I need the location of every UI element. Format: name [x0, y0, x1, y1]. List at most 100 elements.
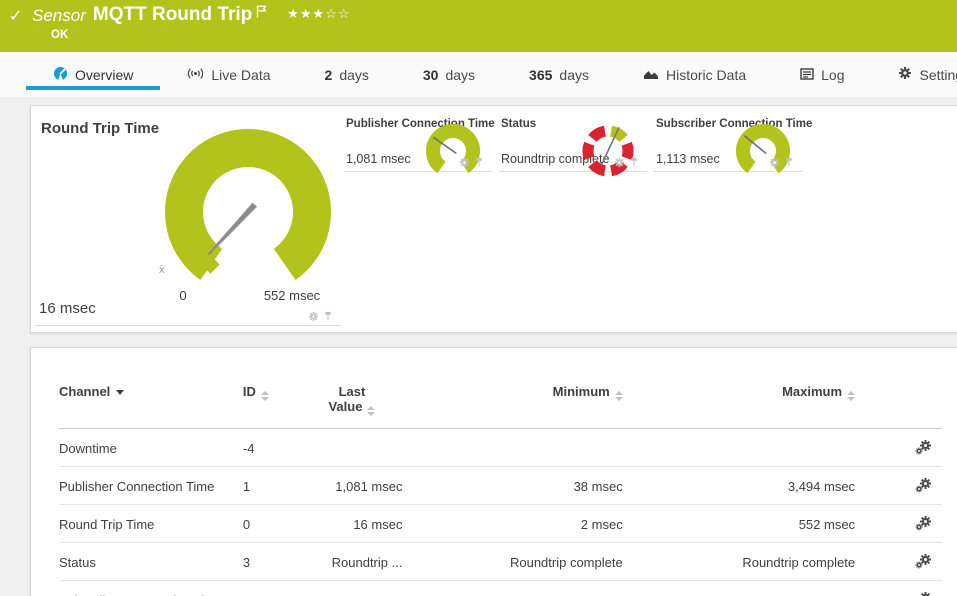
channel-name: Publisher Connection Time: [59, 466, 243, 505]
gauge-round-trip-time: Round Trip Time x̄ 0 552 msec 16 msec: [35, 110, 341, 326]
mean-marker: x̄: [159, 264, 165, 276]
status-ok-check-icon: ✓: [9, 8, 23, 25]
flag-icon[interactable]: [256, 5, 268, 23]
channel-name: Downtime: [59, 428, 243, 467]
tab-30-days[interactable]: 30 days: [396, 52, 502, 97]
tab-number: 2: [324, 66, 333, 83]
sort-desc-icon: [116, 390, 125, 395]
channel-maximum: 3,418 msec: [622, 580, 856, 596]
tab-label: Historic Data: [665, 66, 747, 83]
gear-icon[interactable]: [459, 157, 470, 168]
tab-live-data[interactable]: Live Data: [160, 52, 297, 97]
gauge-value: 1,081 msec: [346, 152, 411, 166]
gauge-subscriber-connection-time: Subscriber Connection Time 1,113 msec: [654, 110, 812, 174]
gear-icon: [898, 66, 912, 83]
overview-content: Round Trip Time x̄ 0 552 msec 16 msec Pu…: [0, 97, 957, 596]
sort-icon: [367, 406, 376, 416]
column-header-channel[interactable]: Channel: [59, 384, 243, 429]
pin-icon[interactable]: [323, 311, 333, 322]
gauge-title: Status: [501, 118, 537, 130]
tab-label: Log: [821, 66, 845, 83]
tab-number: 365: [529, 66, 553, 83]
tab-overview[interactable]: Overview: [26, 52, 161, 97]
channel-settings-icon[interactable]: [915, 515, 932, 530]
pin-icon[interactable]: [784, 157, 794, 168]
channel-maximum: [622, 428, 856, 467]
gauges-panel: Round Trip Time x̄ 0 552 msec 16 msec Pu…: [30, 105, 957, 333]
tab-label: Settings: [919, 66, 957, 83]
table-row: Publisher Connection Time 1 1,081 msec 3…: [59, 466, 942, 505]
channel-settings-icon[interactable]: [915, 553, 932, 568]
status-gauge: [582, 125, 634, 177]
gauge-min-label: 0: [179, 288, 187, 303]
gauge-value: 1,113 msec: [656, 152, 720, 166]
channels-table: Channel ID Last Value Minimum Maximum Dow…: [59, 384, 942, 596]
sensor-kind-label: Sensor: [32, 6, 86, 25]
channel-last-value: 16 msec: [301, 504, 403, 543]
channel-settings-icon[interactable]: [915, 439, 932, 454]
gauge-value: 16 msec: [39, 300, 96, 317]
channel-maximum: 3,494 msec: [622, 466, 856, 505]
tab-settings[interactable]: Settings: [871, 52, 957, 97]
tab-label: days: [559, 66, 589, 83]
channel-maximum: Roundtrip complete: [622, 542, 856, 581]
priority-stars[interactable]: ★★★☆☆: [287, 6, 350, 22]
channel-minimum: 40 msec: [402, 580, 623, 596]
column-header-id[interactable]: ID: [242, 384, 302, 429]
channel-settings-icon[interactable]: [915, 591, 932, 596]
channel-minimum: Roundtrip complete: [402, 542, 623, 581]
channel-settings-icon[interactable]: [915, 477, 932, 492]
publisher-gauge: [426, 124, 480, 174]
table-row: Round Trip Time 0 16 msec 2 msec 552 mse…: [59, 504, 942, 543]
channels-panel: Channel ID Last Value Minimum Maximum Dow…: [30, 347, 957, 596]
historic-data-icon: [643, 67, 659, 83]
tab-365-days[interactable]: 365 days: [502, 52, 616, 97]
tab-log[interactable]: Log: [773, 52, 871, 97]
channel-name: Round Trip Time: [59, 504, 243, 543]
gauge-status: Status Roundtrip complete: [499, 110, 647, 177]
gear-icon[interactable]: [308, 311, 319, 322]
live-data-icon: [187, 67, 204, 83]
table-header-row: Channel ID Last Value Minimum Maximum: [59, 384, 942, 429]
column-header-maximum[interactable]: Maximum: [622, 384, 856, 429]
tab-label: days: [445, 66, 476, 83]
column-header-minimum[interactable]: Minimum: [402, 384, 623, 429]
table-row: Subscriber Connection Time 2 1,113 msec …: [59, 580, 942, 596]
sensor-header: ✓ Sensor MQTT Round Trip ★★★☆☆ OK: [0, 0, 957, 52]
channel-minimum: 38 msec: [402, 466, 623, 505]
pin-icon[interactable]: [629, 157, 639, 168]
channel-last-value: [301, 428, 403, 467]
stars-filled: ★★★: [287, 6, 326, 21]
round-trip-gauge: [165, 129, 331, 280]
tab-historic-data[interactable]: Historic Data: [616, 52, 773, 97]
column-header-actions: [855, 384, 942, 429]
gauge-publisher-connection-time: Publisher Connection Time 1,081 msec: [344, 110, 495, 174]
channel-id: 2: [242, 580, 302, 596]
tab-bar: Overview Live Data 2 days 30 days 365 da…: [0, 52, 957, 97]
tab-2-days[interactable]: 2 days: [298, 52, 396, 97]
channel-minimum: [402, 428, 623, 467]
channel-name: Subscriber Connection Time: [59, 580, 243, 596]
table-row: Downtime -4: [59, 428, 942, 467]
log-icon: [800, 67, 814, 83]
sort-icon: [260, 391, 269, 401]
sort-icon: [614, 391, 623, 401]
channel-id: -4: [242, 428, 302, 467]
channel-id: 0: [242, 504, 302, 543]
column-header-last-value[interactable]: Last Value: [301, 384, 403, 429]
channel-minimum: 2 msec: [402, 504, 623, 543]
channel-last-value: 1,113 msec: [301, 580, 403, 596]
pin-icon[interactable]: [474, 157, 484, 168]
gear-icon[interactable]: [769, 157, 780, 168]
gear-icon[interactable]: [614, 157, 625, 168]
tab-label: Overview: [75, 66, 134, 83]
stars-empty: ☆☆: [325, 6, 351, 21]
channel-last-value: 1,081 msec: [301, 466, 403, 505]
gauge-icon: [53, 66, 68, 84]
table-row: Status 3 Roundtrip ... Roundtrip complet…: [59, 542, 942, 581]
tab-label: days: [339, 66, 369, 83]
sensor-title-block: Sensor MQTT Round Trip ★★★☆☆ OK: [32, 4, 351, 41]
channel-id: 1: [242, 466, 302, 505]
subscriber-gauge: [736, 124, 790, 174]
page-title: MQTT Round Trip: [92, 4, 253, 25]
